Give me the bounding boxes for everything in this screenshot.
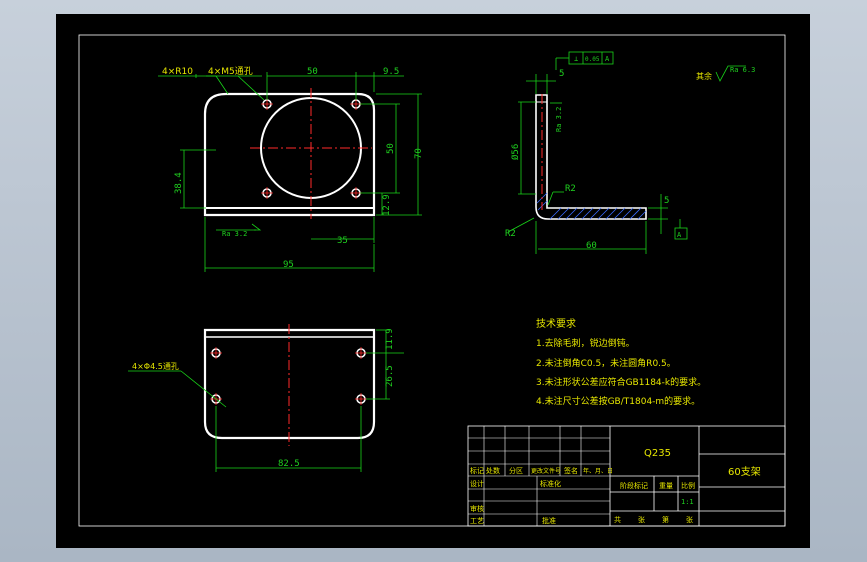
side-view: ⟂ 0.05 A A 5 Ø56 R2 R2 60 5 Ra 3.2 xyxy=(505,51,688,254)
tb-label: 标记 xyxy=(470,466,484,475)
title-block: 标记 处数 分区 更改文件号 签名 年、月、日 设计 标准化 审核 工艺 批准 … xyxy=(467,425,786,527)
drawing-border xyxy=(78,34,786,527)
bottom-dimensions xyxy=(128,329,404,472)
datum-label: A xyxy=(677,231,682,239)
tb-scale-value: 1:1 xyxy=(681,498,694,506)
roughness-top: Ra 3.2 xyxy=(222,230,247,238)
tech-req-title: 技术要求 xyxy=(536,317,576,330)
radius-outer: R2 xyxy=(505,229,516,239)
tb-standard: 标准化 xyxy=(540,479,561,488)
dim-70: 70 xyxy=(414,148,424,159)
tech-req-item: 4.未注尺寸公差按GB/T1804-m的要求。 xyxy=(536,395,700,407)
dim-50: 50 xyxy=(307,67,318,77)
tolerance-value: 0.05 xyxy=(585,56,600,63)
tb-process: 工艺 xyxy=(470,517,484,525)
tech-req-item: 2.未注倒角C0.5，未注圆角R0.5。 xyxy=(536,357,676,369)
tolerance-datum: A xyxy=(605,55,610,63)
technical-requirements: 技术要求 1.去除毛刺，锐边倒钝。 2.未注倒角C0.5，未注圆角R0.5。 3… xyxy=(536,317,706,407)
svg-text:⟂: ⟂ xyxy=(574,55,578,63)
roughness-side: Ra 3.2 xyxy=(555,107,563,132)
window-frame: 4×R10 4×M5通孔 50 9.5 50 70 38.4 12.9 35 9… xyxy=(0,0,867,562)
tb-scale-label: 比例 xyxy=(681,481,695,490)
radius-note: 4×R10 xyxy=(162,67,193,77)
dim-38-4: 38.4 xyxy=(174,172,184,194)
tb-weight: 重量 xyxy=(659,482,673,490)
dim-26-5: 26.5 xyxy=(385,365,395,387)
tb-part-name: 60支架 xyxy=(728,466,761,478)
dim-82-5: 82.5 xyxy=(278,459,300,469)
side-dimensions xyxy=(507,57,681,254)
tb-label: 处数 xyxy=(486,466,500,475)
dim-5-top: 5 xyxy=(559,69,564,79)
tb-label: 分区 xyxy=(509,466,523,475)
dim-50-vertical: 50 xyxy=(386,143,396,154)
tech-req-item: 1.去除毛刺，锐边倒钝。 xyxy=(536,337,635,349)
tb-approve: 批准 xyxy=(542,516,556,525)
dim-11-9: 11.9 xyxy=(385,328,395,350)
holes-note: 4×M5通孔 xyxy=(208,66,253,77)
tb-stage: 阶段标记 xyxy=(620,481,648,490)
surface-note-value: Ra 6.3 xyxy=(730,66,755,74)
surface-note-prefix: 其余 xyxy=(696,71,712,81)
bottom-view: 4×Φ4.5通孔 11.9 26.5 82.5 xyxy=(128,324,404,472)
cad-drawing: 4×R10 4×M5通孔 50 9.5 50 70 38.4 12.9 35 9… xyxy=(78,34,786,527)
tb-design: 设计 xyxy=(470,479,484,488)
tb-sheets: 共 xyxy=(614,515,621,524)
dim-35: 35 xyxy=(337,236,348,246)
section-hatch xyxy=(536,192,647,220)
tb-sheets: 第 xyxy=(662,515,669,524)
surface-note: 其余 Ra 6.3 xyxy=(696,65,755,82)
tb-label: 签名 xyxy=(564,466,578,475)
tb-label: 年、月、日 xyxy=(583,467,613,475)
dim-5-right: 5 xyxy=(664,196,669,206)
dim-56: Ø56 xyxy=(510,144,521,160)
tb-sheets: 张 xyxy=(686,515,693,524)
tb-review: 审核 xyxy=(470,504,484,513)
dim-95: 95 xyxy=(283,260,294,270)
dim-9-5: 9.5 xyxy=(383,67,399,77)
dim-12-9: 12.9 xyxy=(382,194,392,216)
plate-outline xyxy=(203,92,376,217)
tb-sheets: 张 xyxy=(638,515,645,524)
radius-inner: R2 xyxy=(565,184,576,194)
dim-60: 60 xyxy=(586,241,597,251)
angle-profile xyxy=(535,94,647,220)
top-view: 4×R10 4×M5通孔 50 9.5 50 70 38.4 12.9 35 9… xyxy=(158,66,424,272)
bottom-holes-note: 4×Φ4.5通孔 xyxy=(132,361,179,371)
drawing-sheet: 4×R10 4×M5通孔 50 9.5 50 70 38.4 12.9 35 9… xyxy=(56,14,810,548)
tech-req-item: 3.未注形状公差应符合GB1184-k的要求。 xyxy=(536,376,706,388)
tb-label: 更改文件号 xyxy=(531,467,561,475)
tb-material: Q235 xyxy=(644,448,671,459)
